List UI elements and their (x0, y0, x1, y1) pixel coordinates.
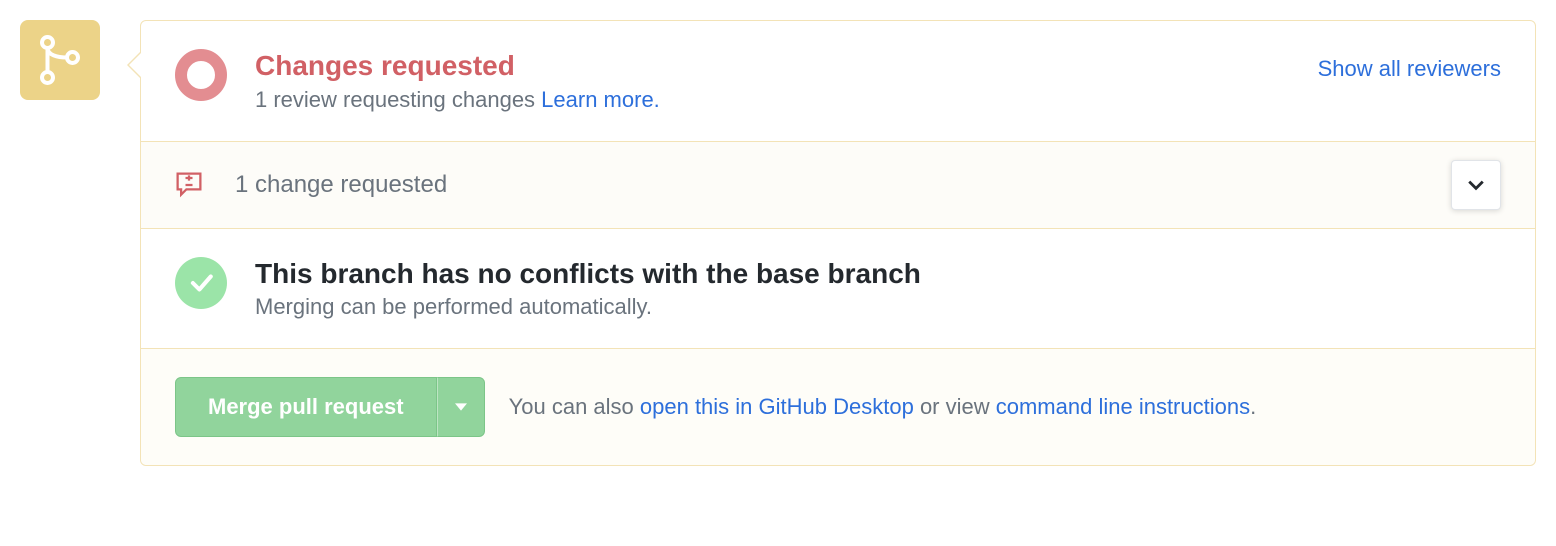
show-all-reviewers-link[interactable]: Show all reviewers (1318, 56, 1501, 82)
expand-changes-button[interactable] (1451, 160, 1501, 210)
conflicts-subtitle: Merging can be performed automatically. (255, 294, 1501, 320)
chevron-down-icon (1467, 176, 1485, 194)
conflicts-title: This branch has no conflicts with the ba… (255, 257, 1501, 291)
command-line-instructions-link[interactable]: command line instructions (996, 394, 1250, 419)
merge-options-dropdown[interactable] (437, 377, 485, 437)
merge-footer-text: You can also open this in GitHub Desktop… (509, 394, 1257, 420)
diff-comment-icon (175, 171, 203, 199)
changes-requested-icon (175, 49, 227, 101)
footer-text-prefix: You can also (509, 394, 640, 419)
learn-more-link[interactable]: Learn more. (541, 87, 660, 112)
review-status-section: Changes requested 1 review requesting ch… (141, 21, 1535, 141)
merge-footer-section: Merge pull request You can also open thi… (141, 348, 1535, 465)
footer-text-middle: or view (914, 394, 996, 419)
caret-down-icon (455, 401, 467, 413)
conflicts-section: This branch has no conflicts with the ba… (141, 228, 1535, 349)
changes-list-section: 1 change requested (141, 141, 1535, 228)
review-status-subtitle: 1 review requesting changes Learn more. (255, 87, 1501, 113)
merge-status-panel: Changes requested 1 review requesting ch… (140, 20, 1536, 466)
review-subtitle-text: 1 review requesting changes (255, 87, 541, 112)
merge-pull-request-button[interactable]: Merge pull request (175, 377, 437, 437)
review-status-title: Changes requested (255, 49, 1501, 83)
open-in-desktop-link[interactable]: open this in GitHub Desktop (640, 394, 914, 419)
merge-button-group: Merge pull request (175, 377, 485, 437)
changes-count-text: 1 change requested (235, 171, 447, 199)
success-check-icon (175, 257, 227, 309)
footer-text-suffix: . (1250, 394, 1256, 419)
git-merge-icon (20, 20, 100, 100)
